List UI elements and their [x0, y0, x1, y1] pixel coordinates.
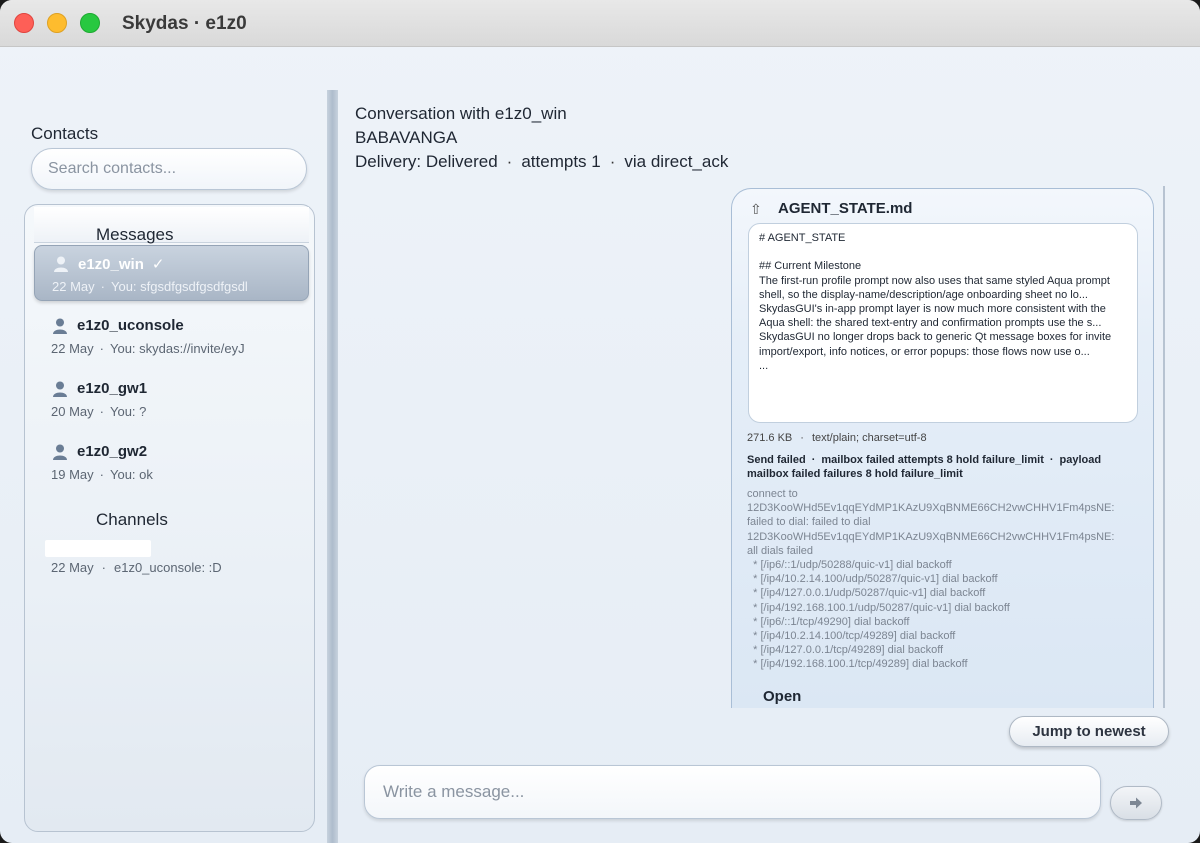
attachment-title: AGENT_STATE.md	[778, 200, 913, 217]
contact-item-e1z0-uconsole[interactable]: e1z0_uconsole 22 May · You: skydas://invit…	[34, 308, 309, 364]
person-icon	[53, 444, 67, 460]
contact-subtitle: 22 May · You: skydas://invite/eyJ	[51, 341, 245, 356]
contact-item-e1z0-gw2[interactable]: e1z0_gw2 19 May · You: ok	[34, 434, 309, 490]
person-icon	[54, 256, 68, 272]
message-scrollbar[interactable]	[1163, 186, 1165, 708]
split-divider-handle[interactable]	[327, 90, 338, 843]
conversation-title: Conversation with e1z0_win	[355, 104, 567, 123]
contacts-label: Contacts	[31, 124, 99, 143]
delivery-status: Delivery: Delivered · attempts 1 · via direc…	[355, 152, 729, 171]
attachment-meta: 271.6 KB · text/plain; charset=utf-8	[747, 432, 927, 444]
arrow-right-icon	[1130, 797, 1142, 809]
attachment-preview: # AGENT_STATE ## Current Milestone The f…	[748, 223, 1138, 423]
checkmark-icon: ✓	[151, 256, 165, 273]
search-contacts-input[interactable]	[31, 148, 307, 190]
contact-list-panel: Messages e1z0_win ✓ 22 May · You: sfgsdfgsd…	[24, 204, 315, 832]
send-failure-status: Send failed · mailbox failed attempts 8 ho…	[747, 454, 1102, 480]
contact-name: e1z0_uconsole	[77, 317, 184, 334]
close-window-button[interactable]	[14, 13, 34, 33]
send-button[interactable]	[1110, 786, 1162, 820]
person-icon	[53, 318, 67, 334]
message-bubble: ⇧ AGENT_STATE.md # AGENT_STATE ## Curren…	[731, 188, 1154, 708]
open-attachment-button[interactable]: Open	[763, 688, 801, 705]
contact-subtitle: 20 May · You: ?	[51, 404, 147, 419]
channel-name-redacted[interactable]	[45, 540, 151, 557]
upload-arrow-icon: ⇧	[750, 201, 762, 217]
contact-item-e1z0-win[interactable]: e1z0_win ✓ 22 May · You: sfgsdfgsdfgsdfgsdl	[34, 245, 309, 301]
contact-name: e1z0_gw1	[77, 380, 148, 397]
app-window: Skydas · e1z0 Contacts Messages e1z0_win…	[0, 0, 1200, 843]
title-bar: Skydas · e1z0	[0, 0, 1200, 47]
peer-display-name: BABAVANGA	[355, 128, 458, 147]
error-log-text: connect to 12D3KooWHd5Ev1qqEYdMP1KAzU9Xq…	[747, 488, 1115, 671]
minimize-window-button[interactable]	[47, 13, 67, 33]
messages-section-title: Messages	[96, 225, 174, 244]
person-icon	[53, 381, 67, 397]
message-composer-input[interactable]	[364, 765, 1101, 819]
contact-name: e1z0_win ✓	[78, 256, 165, 273]
zoom-window-button[interactable]	[80, 13, 100, 33]
contact-name: e1z0_gw2	[77, 443, 148, 460]
channels-section-title: Channels	[96, 510, 168, 529]
contact-subtitle: 22 May · You: sfgsdfgsdfgsdfgsdl	[52, 279, 248, 294]
contact-subtitle: 19 May · You: ok	[51, 467, 153, 482]
window-title: Skydas · e1z0	[122, 13, 247, 34]
contact-item-e1z0-gw1[interactable]: e1z0_gw1 20 May · You: ?	[34, 371, 309, 427]
channel-item-subtitle[interactable]: 22 May · e1z0_uconsole: :D	[51, 560, 222, 575]
jump-to-newest-button[interactable]: Jump to newest	[1009, 716, 1169, 747]
